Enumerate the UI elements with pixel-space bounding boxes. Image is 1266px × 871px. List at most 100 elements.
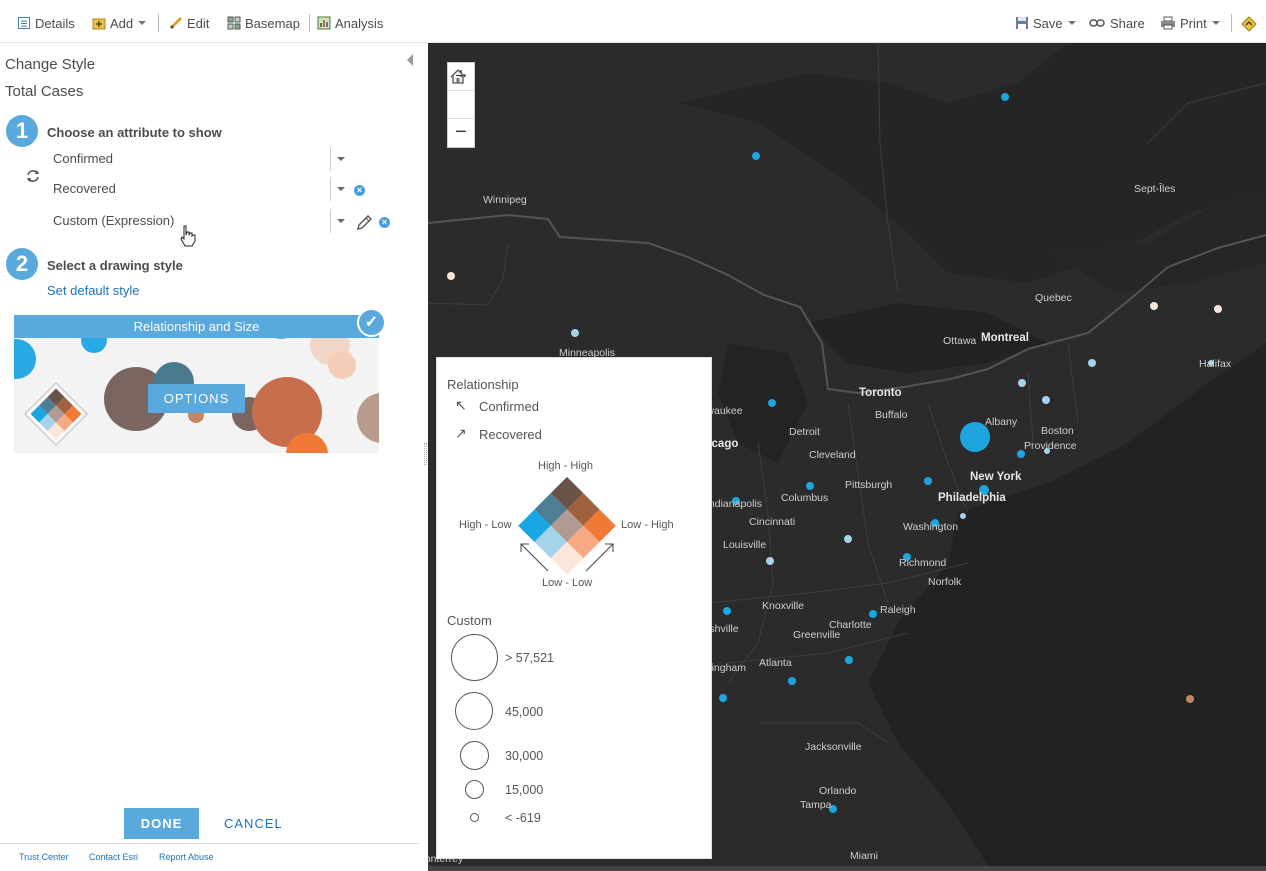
zoom-out-button[interactable]: − — [448, 119, 474, 147]
size-symbol — [451, 634, 498, 681]
map-point[interactable] — [768, 399, 776, 407]
city-label: Boston — [1041, 425, 1074, 437]
city-label: Cincinnati — [749, 516, 796, 528]
edit-expression-icon[interactable] — [355, 214, 373, 232]
printer-icon — [1160, 16, 1176, 30]
home-button[interactable] — [448, 69, 474, 119]
map-point[interactable] — [752, 152, 760, 160]
basemap-button[interactable]: Basemap — [227, 14, 300, 32]
save-icon — [1015, 16, 1029, 30]
city-label: Philadelphia — [938, 492, 1006, 504]
remove-attribute-icon[interactable]: × — [379, 217, 390, 228]
basemap-label: Basemap — [245, 15, 300, 31]
city-label: Greenville — [793, 629, 841, 641]
trust-center-link[interactable]: Trust Center — [19, 852, 69, 862]
directions-button[interactable] — [1241, 14, 1261, 32]
map-point[interactable] — [571, 329, 579, 337]
chevron-down-icon[interactable] — [337, 187, 345, 191]
chevron-down-icon[interactable] — [337, 157, 345, 161]
legend-relationship-title: Relationship — [447, 377, 519, 392]
add-label: Add — [110, 15, 134, 31]
size-label: 45,000 — [505, 705, 544, 719]
map-point[interactable] — [1186, 695, 1194, 703]
arrow-up-right-icon: ↗ — [455, 425, 467, 441]
report-abuse-link[interactable]: Report Abuse — [159, 852, 214, 862]
analysis-icon — [317, 16, 331, 30]
details-button[interactable]: Details — [17, 14, 75, 32]
city-label: Louisville — [723, 539, 767, 551]
city-label: Indianapolis — [706, 498, 763, 510]
swap-attributes-icon[interactable] — [25, 168, 41, 184]
map-point[interactable] — [788, 677, 796, 685]
city-label: Columbus — [781, 492, 829, 504]
home-icon — [450, 69, 466, 84]
share-button[interactable]: Share — [1089, 14, 1145, 32]
city-label: Halifax — [1199, 358, 1232, 370]
contact-esri-link[interactable]: Contact Esri — [89, 852, 138, 862]
map-point[interactable] — [1018, 379, 1026, 387]
map-legend: Relationship ↖ Confirmed ↗ Recovered Hig… — [436, 357, 712, 859]
map-point[interactable] — [1001, 93, 1009, 101]
selected-check-icon: ✓ — [357, 308, 386, 337]
legend-high-high: High - High — [538, 460, 594, 472]
city-label: Richmond — [899, 557, 947, 569]
size-label: < -619 — [505, 811, 541, 825]
toolbar-divider — [158, 14, 159, 32]
basemap-icon — [227, 16, 241, 30]
footer-links: Trust Center Contact Esri Report Abuse — [0, 843, 420, 871]
size-label: 15,000 — [505, 783, 544, 797]
map-point[interactable] — [845, 656, 853, 664]
analysis-button[interactable]: Analysis — [317, 14, 383, 32]
city-label: Buffalo — [875, 409, 908, 421]
remove-attribute-icon[interactable]: × — [354, 185, 365, 196]
legend-custom-title: Custom — [447, 613, 492, 628]
collapse-panel-icon[interactable] — [407, 54, 413, 66]
size-symbol — [465, 780, 484, 799]
map-point[interactable] — [1150, 302, 1158, 310]
chevron-down-icon[interactable] — [337, 219, 345, 223]
map-point[interactable] — [719, 694, 727, 702]
edit-button[interactable]: Edit — [169, 14, 209, 32]
panel-resize-handle[interactable] — [424, 443, 427, 465]
map-point[interactable] — [1042, 396, 1050, 404]
legend-field-1: Confirmed — [479, 399, 539, 414]
details-icon — [17, 16, 31, 30]
print-label: Print — [1180, 15, 1207, 31]
map-point[interactable] — [723, 607, 731, 615]
directions-icon — [1241, 16, 1257, 32]
map-point[interactable] — [960, 513, 966, 519]
arrow-up-left-icon: ↖ — [455, 397, 467, 413]
options-button[interactable]: OPTIONS — [148, 384, 245, 413]
map-point[interactable] — [447, 272, 455, 280]
map-point[interactable] — [924, 477, 932, 485]
city-label: Washington — [903, 521, 959, 533]
map-point[interactable] — [1088, 359, 1096, 367]
done-button[interactable]: DONE — [124, 808, 199, 839]
panel-title: Change Style — [5, 56, 96, 73]
analysis-label: Analysis — [335, 15, 384, 31]
set-default-style-link[interactable]: Set default style — [47, 283, 140, 298]
map-point[interactable] — [869, 610, 877, 618]
attribute-select-2[interactable]: Recovered — [52, 177, 352, 201]
style-card-relationship-size[interactable]: Relationship and Size OPTIONS — [14, 315, 379, 453]
step-1-badge: 1 — [6, 115, 38, 147]
city-label: Atlanta — [759, 657, 792, 669]
city-label: Toronto — [859, 387, 902, 399]
city-label: Winnipeg — [483, 194, 527, 206]
size-label: 30,000 — [505, 749, 544, 763]
attribute-select-1[interactable]: Confirmed — [52, 147, 352, 171]
save-button[interactable]: Save — [1015, 14, 1076, 32]
size-symbol — [470, 813, 479, 822]
step-2-badge: 2 — [6, 248, 38, 280]
cancel-button[interactable]: CANCEL — [224, 816, 283, 831]
map-point[interactable] — [1214, 305, 1222, 313]
city-label: Providence — [1024, 440, 1077, 452]
map-point[interactable] — [806, 482, 814, 490]
print-button[interactable]: Print — [1160, 14, 1220, 32]
city-label: Raleigh — [880, 604, 916, 616]
map-point[interactable] — [766, 557, 774, 565]
attribute-select-3[interactable]: Custom (Expression) — [52, 209, 352, 233]
map-point[interactable] — [844, 535, 852, 543]
add-button[interactable]: Add — [92, 14, 147, 32]
relationship-diamond-icon — [23, 381, 89, 447]
